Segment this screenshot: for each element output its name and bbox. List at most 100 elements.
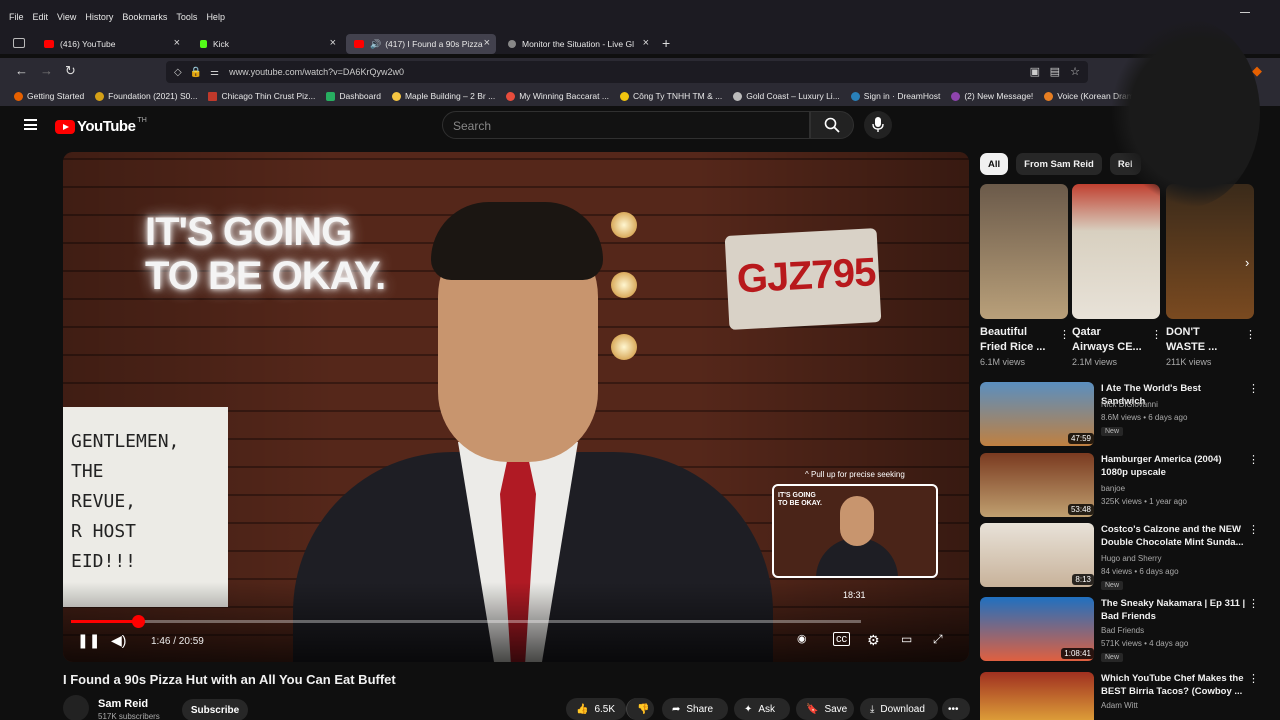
chip-all[interactable]: All [980,153,1009,175]
short-thumbnail[interactable] [980,184,1068,319]
bookmark-item[interactable]: Sign in · DreamHost [850,91,940,101]
menu-edit[interactable]: Edit [33,12,49,22]
youtube-favicon-icon [354,40,364,48]
reload-icon[interactable]: ↻ [65,63,76,79]
lock-icon[interactable]: 🔒 [190,67,202,78]
bookmark-item[interactable]: Dashboard [326,91,381,101]
video-thumbnail[interactable]: 53:48 [980,453,1094,517]
chip-from-channel[interactable]: From Sam Reid [1016,153,1102,175]
voice-search-button[interactable] [864,111,892,139]
share-button[interactable]: ➦ Share [662,698,728,720]
bookmark-item[interactable]: Getting Started [14,91,84,101]
subscribe-button[interactable]: Subscribe [182,699,248,720]
tab-list-icon[interactable] [13,38,25,48]
theater-mode-icon[interactable]: ▭ [901,632,912,646]
pause-icon[interactable]: ❚❚ [77,632,100,649]
channel-name[interactable]: Sam Reid [98,698,148,710]
subscriber-count: 517K subscribers [98,712,160,720]
menu-view[interactable]: View [57,12,76,22]
more-vertical-icon[interactable]: ⋮ [1248,453,1259,466]
recommended-video[interactable]: 8:13 Costco's Calzone and the NEW Double… [980,523,1270,590]
forward-arrow-icon[interactable]: → [40,63,53,78]
back-arrow-icon[interactable]: ← [15,63,28,78]
bookmark-item[interactable]: Chicago Thin Crust Piz... [208,91,315,101]
short-item[interactable]: Beautiful Fried Rice ... 6.1M views ⋮ [980,184,1070,367]
light-bulb [611,334,637,360]
bookmarks-bar: Getting Started Foundation (2021) S0... … [0,86,1280,106]
video-thumbnail[interactable]: 47:59 [980,382,1094,446]
new-tab-plus-icon[interactable]: + [662,35,670,51]
short-item[interactable]: DON'T WASTE ... 211K views ⋮ [1166,184,1256,367]
close-icon[interactable]: × [643,37,649,49]
tab-monitor[interactable]: Monitor the Situation - Live Gl × [500,34,655,54]
reader-view-icon[interactable]: ▤ [1050,65,1060,78]
bookmark-item[interactable]: Foundation (2021) S0... [95,91,197,101]
firefox-icon [14,91,23,101]
address-bar[interactable]: ◇ 🔒 ⚌ www.youtube.com/watch?v=DA6KrQyw2w… [166,61,1088,83]
permissions-icon[interactable]: ⚌ [210,67,219,78]
close-icon[interactable]: × [484,37,490,49]
menu-file[interactable]: File [9,12,24,22]
shield-icon[interactable]: ◇ [174,67,182,78]
short-item[interactable]: Qatar Airways CE... 2.1M views ⋮ [1072,184,1162,367]
youtube-favicon-icon [44,40,54,48]
like-button[interactable]: 👍 6.5K [566,698,626,720]
fullscreen-icon[interactable]: ⤢ [933,632,943,647]
settings-gear-icon[interactable]: ⚙ [867,632,880,649]
url-text[interactable]: www.youtube.com/watch?v=DA6KrQyw2w0 [229,67,404,77]
more-vertical-icon[interactable]: ⋮ [1151,328,1162,341]
more-vertical-icon[interactable]: ⋮ [1248,523,1259,536]
volume-icon[interactable]: ◀) [111,632,126,649]
autoplay-toggle-icon[interactable]: ◉ [797,632,807,645]
recommended-video[interactable]: 47:59 I Ate The World's Best Sandwich Ni… [980,382,1270,448]
bookmark-item[interactable]: My Winning Baccarat ... [506,91,609,101]
bookmark-favicon-icon [850,91,860,101]
bookmark-item[interactable]: (2) New Message! [951,91,1033,101]
more-vertical-icon[interactable]: ⋮ [1248,382,1259,395]
recommended-video[interactable]: 53:48 Hamburger America (2004) 1080p ups… [980,453,1270,519]
screenshot-icon[interactable]: ▣ [1030,65,1040,78]
menu-tools[interactable]: Tools [176,12,197,22]
more-vertical-icon[interactable]: ⋮ [1248,672,1259,685]
speaker-icon[interactable]: 🔊 [370,39,381,50]
bookmark-favicon-icon [95,91,105,101]
tab-active-video[interactable]: 🔊 (417) I Found a 90s Pizza H × [346,34,496,54]
video-thumbnail[interactable]: 8:13 [980,523,1094,587]
captions-icon[interactable]: cc [833,632,850,646]
menu-hamburger-icon[interactable] [24,119,37,130]
short-thumbnail[interactable] [1072,184,1160,319]
minimize-icon[interactable] [1240,12,1250,13]
bookmark-item[interactable]: Maple Building – 2 Br ... [391,91,495,101]
menu-help[interactable]: Help [206,12,225,22]
recommended-video[interactable]: 1:08:41 The Sneaky Nakamara | Ep 311 | B… [980,597,1270,663]
video-thumbnail[interactable]: 1:08:41 [980,597,1094,661]
close-icon[interactable]: × [174,37,180,49]
video-player[interactable]: IT'S GOING TO BE OKAY. GJZ795 GENTLEMEN,… [63,152,969,662]
tab-youtube[interactable]: (416) YouTube × [36,34,186,54]
search-input[interactable]: Search [442,111,810,139]
youtube-logo[interactable]: YouTube TH [55,117,147,135]
video-thumbnail[interactable] [980,672,1094,720]
bookmark-item[interactable]: Công Ty TNHH TM & ... [619,91,722,101]
bookmark-star-icon[interactable]: ☆ [1070,65,1080,78]
close-icon[interactable]: × [330,37,336,49]
chevron-right-icon[interactable]: › [1245,255,1249,270]
bookmark-item[interactable]: Gold Coast – Luxury Li... [733,91,840,101]
bookmark-favicon-icon [951,91,961,101]
channel-avatar[interactable] [63,695,89,720]
dislike-button[interactable]: 👎 [626,698,654,720]
more-actions-button[interactable]: ••• [942,698,970,720]
more-vertical-icon[interactable]: ⋮ [1248,597,1259,610]
search-button[interactable] [810,111,854,139]
ask-button[interactable]: ✦ Ask [734,698,790,720]
save-button[interactable]: 🔖 Save [796,698,854,720]
tab-kick[interactable]: Kick × [192,34,342,54]
progress-bar[interactable] [71,615,861,628]
menu-history[interactable]: History [85,12,113,22]
more-vertical-icon[interactable]: ⋮ [1059,328,1070,341]
more-vertical-icon[interactable]: ⋮ [1245,328,1256,341]
recommended-video[interactable]: Which YouTube Chef Makes the BEST Birria… [980,672,1270,720]
thumbs-up-icon: 👍 [576,703,589,715]
download-button[interactable]: ⤓ Download [860,698,938,720]
menu-bookmarks[interactable]: Bookmarks [122,12,167,22]
